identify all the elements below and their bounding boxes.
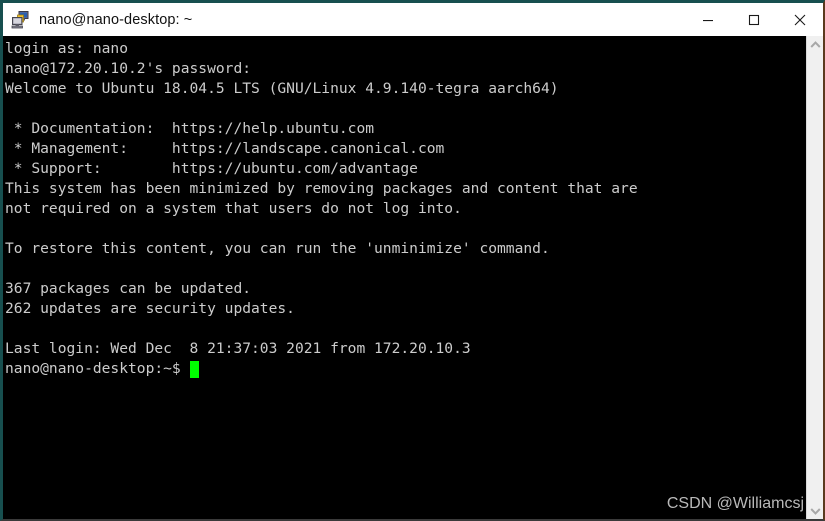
scrollbar-track[interactable] bbox=[807, 53, 823, 502]
putty-terminal-window: nano@nano-desktop: ~ login as: nano nano… bbox=[0, 0, 825, 521]
terminal-line: This system has been minimized by removi… bbox=[5, 180, 638, 197]
terminal-line: not required on a system that users do n… bbox=[5, 200, 462, 217]
terminal-line: login as: nano bbox=[5, 40, 129, 57]
csdn-watermark: CSDN @Williamcsj bbox=[666, 495, 804, 512]
chevron-up-icon bbox=[809, 40, 821, 48]
terminal-line: To restore this content, you can run the… bbox=[5, 240, 550, 257]
terminal-line: * Support: https://ubuntu.com/advantage bbox=[5, 160, 418, 177]
maximize-button[interactable] bbox=[731, 3, 777, 36]
terminal-line: Welcome to Ubuntu 18.04.5 LTS (GNU/Linux… bbox=[5, 80, 559, 97]
close-button[interactable] bbox=[777, 3, 823, 36]
terminal-prompt: nano@nano-desktop:~$ bbox=[5, 360, 181, 377]
terminal-line: * Documentation: https://help.ubuntu.com bbox=[5, 120, 375, 137]
scrollbar-down-button[interactable] bbox=[807, 502, 823, 519]
putty-terminal-icon[interactable] bbox=[11, 10, 31, 30]
window-controls bbox=[685, 3, 823, 36]
scrollbar-thumb[interactable] bbox=[807, 53, 823, 502]
vertical-scrollbar[interactable] bbox=[806, 36, 823, 519]
terminal-line: Last login: Wed Dec 8 21:37:03 2021 from… bbox=[5, 340, 471, 357]
scrollbar-up-button[interactable] bbox=[807, 36, 823, 53]
terminal-cursor bbox=[189, 360, 199, 378]
maximize-icon bbox=[748, 14, 760, 25]
terminal-line: * Management: https://landscape.canonica… bbox=[5, 140, 445, 157]
close-icon bbox=[794, 14, 806, 25]
terminal-line: nano@172.20.10.2's password: bbox=[5, 60, 252, 77]
window-title: nano@nano-desktop: ~ bbox=[39, 11, 193, 28]
titlebar[interactable]: nano@nano-desktop: ~ bbox=[3, 3, 823, 36]
terminal-line: 262 updates are security updates. bbox=[5, 300, 295, 317]
terminal-output[interactable]: login as: nano nano@172.20.10.2's passwo… bbox=[3, 36, 806, 519]
terminal-line: 367 packages can be updated. bbox=[5, 280, 252, 297]
minimize-button[interactable] bbox=[685, 3, 731, 36]
chevron-down-icon bbox=[809, 507, 821, 515]
minimize-icon bbox=[703, 19, 713, 21]
terminal-prompt-line[interactable]: nano@nano-desktop:~$ bbox=[5, 359, 806, 379]
